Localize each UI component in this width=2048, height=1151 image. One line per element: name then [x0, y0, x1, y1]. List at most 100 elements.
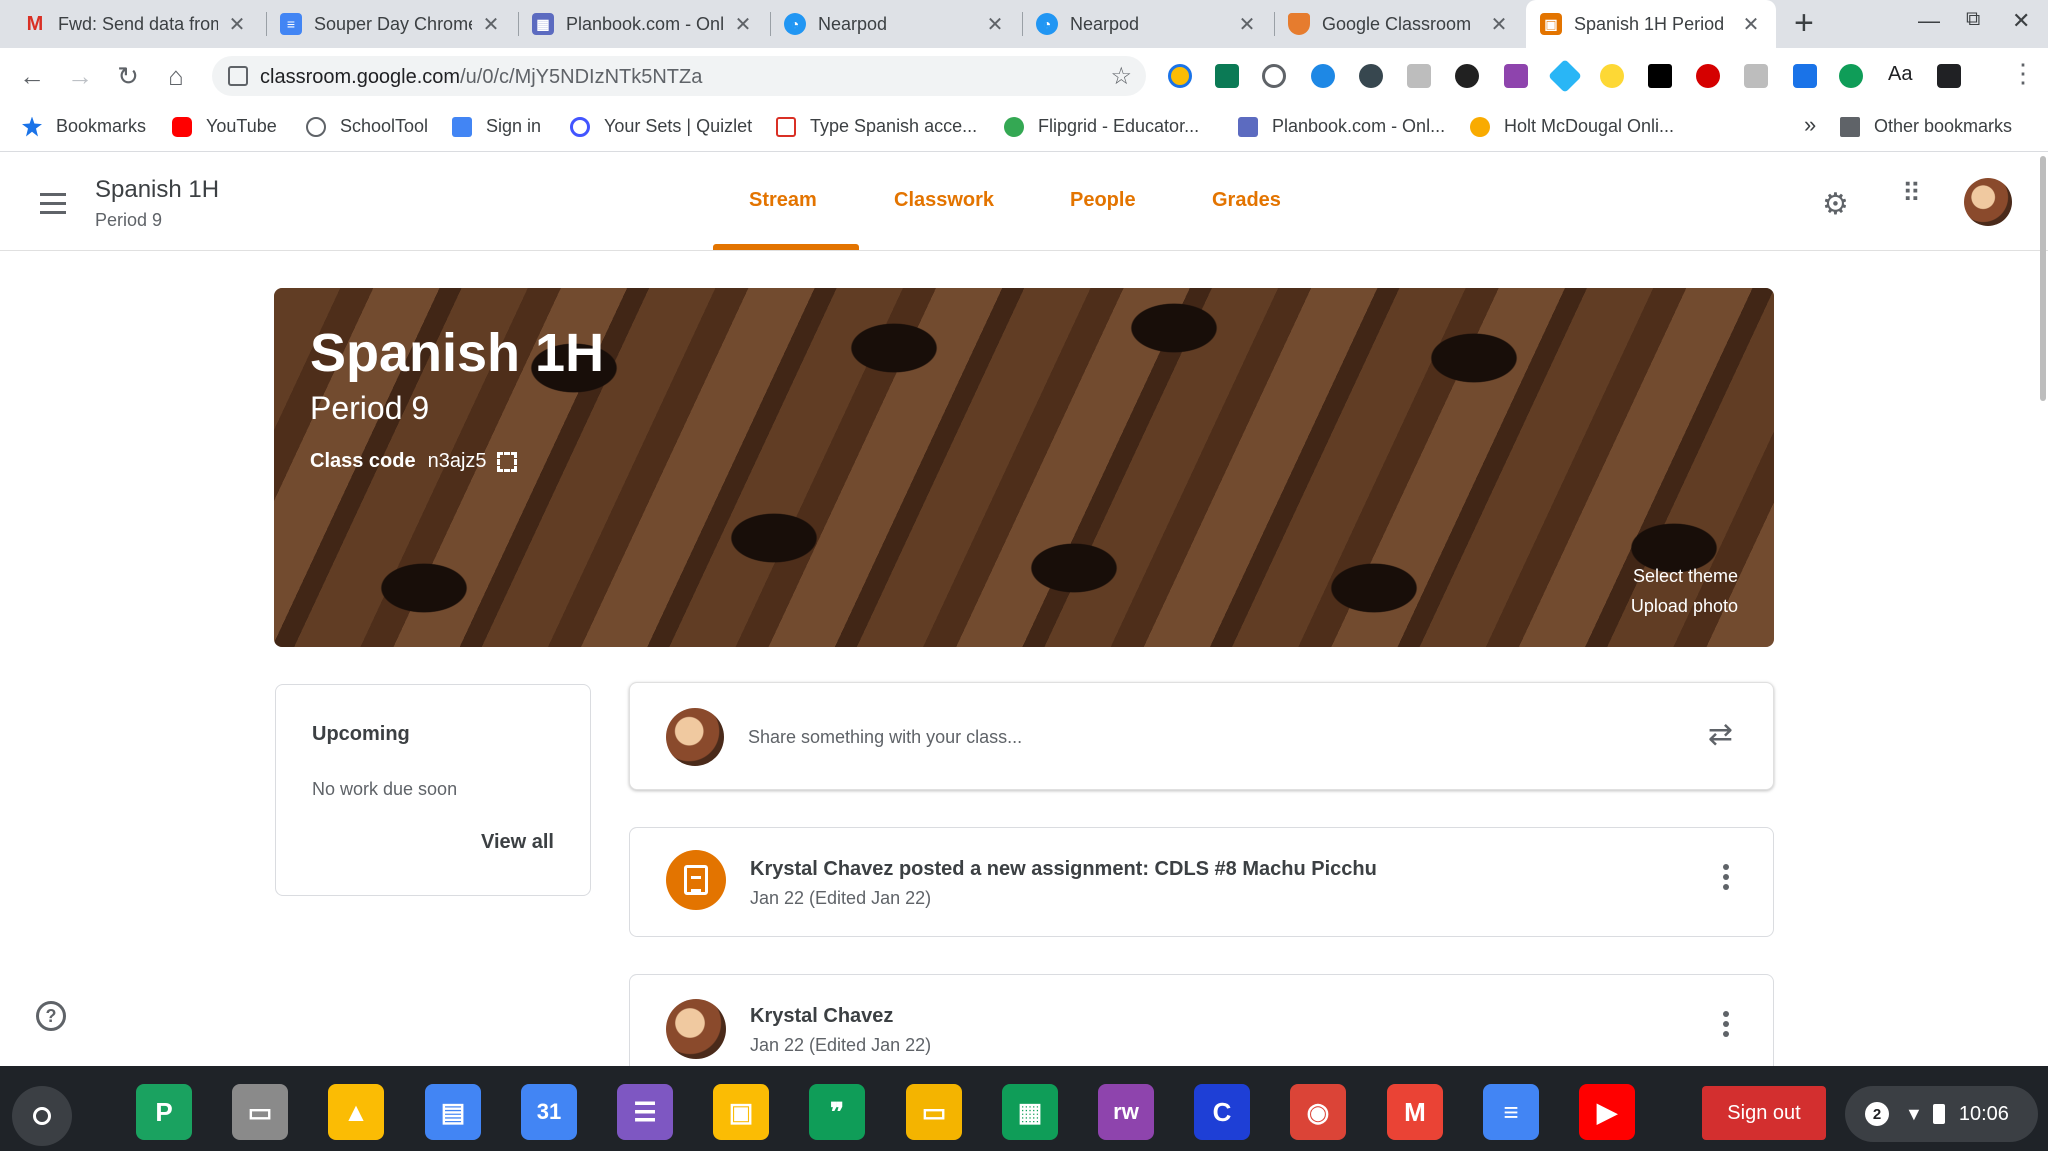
bookmark-item[interactable]: Sign in — [452, 116, 541, 137]
close-icon[interactable]: ✕ — [1740, 12, 1762, 37]
share-box[interactable]: Share something with your class... ⇄ — [629, 682, 1774, 790]
more-options-icon[interactable] — [1723, 864, 1729, 894]
forward-button[interactable]: → — [64, 60, 96, 92]
browser-tab[interactable]: ◔ Nearpod ✕ — [1022, 0, 1272, 48]
docs-files-icon[interactable]: ▤ — [425, 1084, 481, 1140]
banner-title[interactable]: Spanish 1H — [310, 322, 604, 384]
extension-icon[interactable] — [1504, 64, 1528, 88]
youtube-icon[interactable]: ▶ — [1579, 1084, 1635, 1140]
power-icon[interactable] — [1262, 64, 1286, 88]
overflow-label: » — [1804, 112, 1817, 137]
url-text[interactable]: classroom.google.com/u/0/c/MjY5NDIzNTk5N… — [260, 66, 702, 89]
bookmark-item[interactable]: Type Spanish acce... — [776, 116, 977, 137]
bookmark-item[interactable]: Planbook.com - Onl... — [1238, 116, 1445, 137]
post-title[interactable]: Krystal Chavez posted a new assignment: … — [750, 858, 1377, 881]
class-title[interactable]: Spanish 1H — [95, 176, 219, 204]
home-button[interactable]: ⌂ — [160, 60, 192, 92]
kebab-menu-icon[interactable]: ⋮ — [2010, 58, 2036, 89]
readwrite-icon[interactable]: rw — [1098, 1084, 1154, 1140]
bookmarks-overflow-button[interactable]: » — [1804, 112, 1816, 138]
reload-button[interactable]: ↻ — [112, 60, 144, 92]
extension-icon[interactable] — [1215, 64, 1239, 88]
text-size-icon[interactable]: Aa — [1888, 63, 1912, 86]
browser-tab-active[interactable]: ▣ Spanish 1H Period ✕ — [1526, 0, 1776, 48]
extension-icon[interactable] — [1168, 64, 1192, 88]
bookmark-item[interactable]: Bookmarks — [22, 116, 146, 137]
sheets-icon[interactable]: ▦ — [1002, 1084, 1058, 1140]
page-info-icon[interactable] — [228, 66, 248, 86]
scrollbar[interactable] — [2040, 156, 2046, 401]
tab-people[interactable]: People — [1070, 189, 1136, 212]
view-all-link[interactable]: View all — [481, 831, 554, 854]
bookmark-item[interactable]: Flipgrid - Educator... — [1004, 116, 1199, 137]
back-button[interactable]: ← — [16, 60, 48, 92]
close-icon[interactable]: ✕ — [1488, 12, 1510, 37]
docs-icon[interactable]: ≡ — [1483, 1084, 1539, 1140]
sign-out-button[interactable]: Sign out — [1702, 1086, 1826, 1140]
more-options-icon[interactable] — [1723, 1011, 1729, 1041]
extension-icon[interactable] — [1359, 64, 1383, 88]
classroom-icon[interactable]: ▣ — [713, 1084, 769, 1140]
wifi-icon: ▼ — [1905, 1103, 1923, 1124]
repost-icon[interactable]: ⇄ — [1708, 717, 1733, 752]
tab-classwork[interactable]: Classwork — [894, 189, 994, 212]
browser-tab[interactable]: Google Classroom ✕ — [1274, 0, 1524, 48]
bookmark-item[interactable]: SchoolTool — [306, 116, 428, 137]
bookmark-star-icon[interactable]: ☆ — [1110, 62, 1132, 91]
extension-icon[interactable] — [1311, 64, 1335, 88]
extension-icon[interactable] — [1600, 64, 1624, 88]
close-icon[interactable]: ✕ — [732, 12, 754, 37]
help-icon[interactable]: ? — [36, 1001, 66, 1031]
bookmark-item[interactable]: Your Sets | Quizlet — [570, 116, 752, 137]
status-tray[interactable]: 2 ▼ 10:06 — [1845, 1086, 2038, 1142]
extension-icon[interactable] — [1744, 64, 1768, 88]
c-app-icon[interactable]: C — [1194, 1084, 1250, 1140]
bookmark-item[interactable]: YouTube — [172, 116, 277, 137]
forms-icon[interactable]: ☰ — [617, 1084, 673, 1140]
restore-button[interactable]: ⧉ — [1966, 8, 1980, 31]
close-icon[interactable]: ✕ — [1236, 12, 1258, 37]
close-icon[interactable]: ✕ — [984, 12, 1006, 37]
screencast-icon[interactable]: ▭ — [232, 1084, 288, 1140]
bookmark-item[interactable]: Holt McDougal Onli... — [1470, 116, 1674, 137]
apps-grid-icon[interactable]: ⠿ — [1902, 180, 1921, 206]
tab-grades[interactable]: Grades — [1212, 189, 1281, 212]
close-icon[interactable]: ✕ — [480, 12, 502, 37]
extension-icon[interactable] — [1455, 64, 1479, 88]
stream-post[interactable]: Krystal Chavez posted a new assignment: … — [629, 827, 1774, 937]
extension-icon[interactable] — [1793, 64, 1817, 88]
share-placeholder[interactable]: Share something with your class... — [748, 727, 1022, 748]
gear-icon[interactable]: ⚙ — [1822, 187, 1849, 222]
browser-tab[interactable]: M Fwd: Send data from ✕ — [10, 0, 262, 48]
extension-icon[interactable] — [1548, 59, 1582, 93]
address-bar[interactable]: classroom.google.com/u/0/c/MjY5NDIzNTk5N… — [212, 56, 1146, 96]
select-theme-link[interactable]: Select theme — [1633, 566, 1738, 587]
drive-icon[interactable]: ▲ — [328, 1084, 384, 1140]
chrome-icon[interactable]: ◉ — [1290, 1084, 1346, 1140]
tab-stream[interactable]: Stream — [749, 189, 817, 212]
post-author[interactable]: Krystal Chavez — [750, 1005, 893, 1028]
extension-icon[interactable] — [1407, 64, 1431, 88]
slides-icon[interactable]: ▭ — [906, 1084, 962, 1140]
launcher-button[interactable] — [12, 1086, 72, 1146]
adblock-icon[interactable] — [1696, 64, 1720, 88]
gmail-icon[interactable]: M — [1387, 1084, 1443, 1140]
browser-tab[interactable]: ≡ Souper Day Chrome ✕ — [266, 0, 516, 48]
pear-deck-icon[interactable]: P — [136, 1084, 192, 1140]
extension-icon[interactable] — [1937, 64, 1961, 88]
calendar-icon[interactable]: 31 — [521, 1084, 577, 1140]
upload-photo-link[interactable]: Upload photo — [1631, 596, 1738, 617]
extension-icon[interactable] — [1648, 64, 1672, 88]
close-icon[interactable]: ✕ — [226, 12, 248, 37]
other-bookmarks-folder[interactable]: Other bookmarks — [1840, 116, 2012, 137]
hamburger-menu-icon[interactable] — [40, 193, 66, 220]
minimize-button[interactable]: — — [1918, 8, 1940, 34]
browser-tab[interactable]: ◔ Nearpod ✕ — [770, 0, 1020, 48]
close-window-button[interactable]: ✕ — [2012, 8, 2030, 34]
fullscreen-icon[interactable] — [496, 451, 517, 472]
extension-icon[interactable] — [1839, 64, 1863, 88]
new-tab-button[interactable]: + — [1794, 4, 1814, 43]
avatar[interactable] — [1964, 178, 2012, 226]
hangouts-icon[interactable]: ❞ — [809, 1084, 865, 1140]
browser-tab[interactable]: ▦ Planbook.com - Onl ✕ — [518, 0, 768, 48]
